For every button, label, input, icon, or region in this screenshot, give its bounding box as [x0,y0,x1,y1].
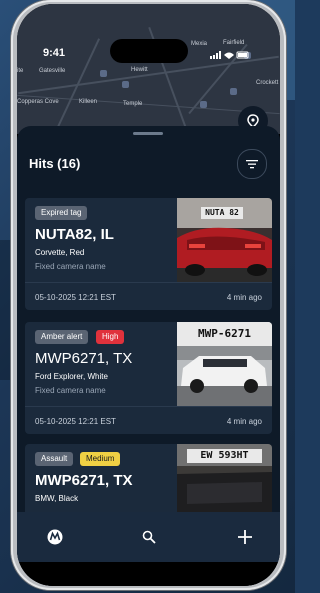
hit-time-ago: 4 min ago [226,293,262,302]
hit-type-badge: Amber alert [35,330,89,344]
hit-camera: Fixed camera name [35,386,106,395]
map-label: Mexia [191,41,208,47]
status-icons [210,51,250,61]
license-plate-text: MWP-6271 [177,322,272,346]
highway-shield-icon [200,101,207,108]
highway-shield-icon [230,88,237,95]
map-label: Fairfield [223,40,245,46]
nav-search[interactable] [139,527,159,547]
highway-shield-icon [122,81,129,88]
hit-card[interactable]: Expired tag NUTA82, IL Corvette, Red Fix… [25,198,272,310]
vehicle-photo[interactable]: MWP-6271 [177,322,272,406]
license-plate-text: NUTA 82 [201,207,243,219]
hit-card[interactable]: Amber alert High MWP6271, TX Ford Explor… [25,322,272,434]
hit-vehicle: Corvette, Red [35,248,85,257]
home-indicator-area [17,562,280,586]
hit-type-badge: Assault [35,452,74,466]
map-label: Killeen [79,99,98,105]
hit-date: 05-10-2025 12:21 EST [35,293,116,302]
nav-add[interactable] [235,527,255,547]
hit-vehicle: BMW, Black [35,494,79,503]
map-label: Gatesville [39,68,66,74]
filter-button[interactable] [237,149,267,179]
phone-screen: Mexia Fairfield ite Gatesville Hewitt Cr… [17,4,280,586]
priority-badge: High [96,330,125,344]
hit-plate: MWP6271, TX [35,472,133,489]
hit-type-badge: Expired tag [35,206,88,220]
map-label: Crockett [256,80,279,86]
hit-footer: 05-10-2025 12:21 EST 4 min ago [25,282,272,310]
status-time: 9:41 [43,47,66,59]
hit-time-ago: 4 min ago [226,417,262,426]
hit-vehicle: Ford Explorer, White [35,372,108,381]
priority-badge: Medium [80,452,121,466]
plus-icon [238,530,252,544]
sheet-grabber[interactable] [133,132,163,135]
vehicle-photo[interactable]: NUTA 82 [177,198,272,282]
motorola-logo-icon [47,529,63,545]
bottom-nav [17,512,280,562]
dynamic-island [110,39,188,63]
nav-home[interactable] [45,527,65,547]
map-label: Copperas Cove [17,99,59,105]
hit-date: 05-10-2025 12:21 EST [35,417,116,426]
hit-footer: 05-10-2025 12:21 EST 4 min ago [25,406,272,434]
hits-sheet: Hits (16) Expired tag NUTA82, IL Corvett… [17,126,280,586]
map-label: Temple [123,101,143,107]
highway-shield-icon [100,70,107,77]
map-label: Hewitt [131,67,148,73]
filter-icon [246,160,258,169]
hit-plate: MWP6271, TX [35,350,133,367]
phone-frame: Mexia Fairfield ite Gatesville Hewitt Cr… [11,0,286,590]
signal-wifi-battery-icon [210,51,249,59]
hit-plate: NUTA82, IL [35,226,114,243]
map-label: ite [17,68,24,74]
page-title: Hits (16) [29,156,81,171]
hit-camera: Fixed camera name [35,262,106,271]
license-plate-text: EW 593HT [187,449,262,463]
search-icon [142,530,156,544]
